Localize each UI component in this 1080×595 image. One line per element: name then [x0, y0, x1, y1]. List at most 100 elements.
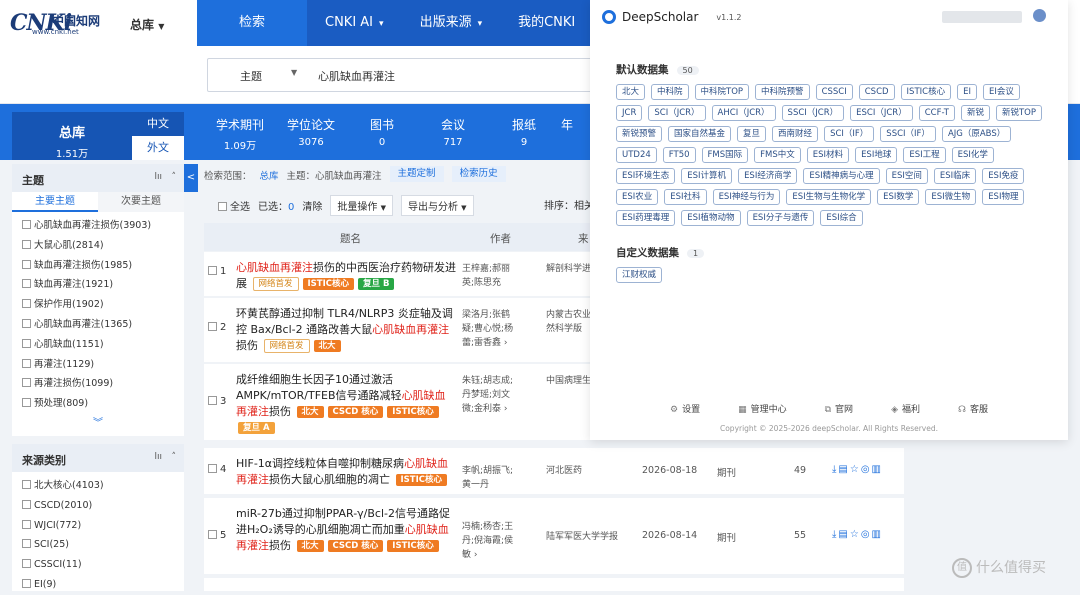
- facet-item[interactable]: 缺血再灌注损伤(1985): [12, 256, 184, 276]
- checkbox[interactable]: [208, 395, 217, 405]
- row-action-icons[interactable]: ⤓▤☆◎▥: [832, 529, 883, 540]
- user-icon[interactable]: [1033, 9, 1046, 22]
- checkbox[interactable]: [22, 539, 31, 549]
- checkbox[interactable]: [22, 338, 31, 348]
- checkbox[interactable]: [22, 499, 31, 509]
- dataset-chip[interactable]: AHCI（JCR）: [711, 105, 776, 121]
- sidebar-collapse-button[interactable]: <: [184, 164, 198, 192]
- dataset-chip[interactable]: SCI（IF）: [824, 126, 875, 142]
- dataset-chip[interactable]: 新锐: [960, 105, 990, 121]
- search-input[interactable]: 心肌缺血再灌注: [318, 68, 395, 84]
- dataset-chip[interactable]: ESI工程: [903, 147, 946, 163]
- facet-header[interactable]: 主题 lıı ˄: [12, 164, 184, 192]
- result-authors[interactable]: 王梓嘉;郝丽英;陈思充: [462, 262, 518, 290]
- checkbox[interactable]: [22, 259, 31, 269]
- dataset-chip[interactable]: 中科院: [651, 84, 689, 100]
- checkbox[interactable]: [208, 529, 217, 539]
- lang-chinese[interactable]: 中文: [132, 112, 184, 136]
- checkbox[interactable]: [208, 265, 217, 275]
- result-title[interactable]: miR-27b通过抑制PPAR-γ/Bcl-2信号通路促进H₂O₂诱导的心肌细胞…: [236, 506, 456, 554]
- dataset-chip[interactable]: 复旦: [737, 126, 767, 142]
- facet-item[interactable]: 大鼠心肌(2814): [12, 236, 184, 256]
- dataset-chip[interactable]: ESI地球: [855, 147, 898, 163]
- dataset-chip[interactable]: EI: [957, 84, 977, 100]
- nav-cnki-ai[interactable]: CNKI AI ▾: [307, 0, 402, 46]
- dataset-chip[interactable]: SSCI（IF）: [880, 126, 936, 142]
- expand-more-icon[interactable]: ︾: [12, 414, 184, 429]
- settings-link[interactable]: ⚙ 设置: [670, 402, 700, 415]
- col-source[interactable]: 来: [578, 231, 589, 246]
- facet-item[interactable]: 再灌注(1129): [12, 355, 184, 375]
- facet-item[interactable]: SCI(25): [12, 535, 184, 555]
- result-authors[interactable]: 梁洛月;张鹤疑;曹心悦;杨蕾;雷香鑫 ›: [462, 308, 518, 350]
- sort-label[interactable]: 排序：相关: [544, 197, 594, 212]
- support-link[interactable]: ☊ 客服: [958, 402, 988, 415]
- dataset-chip[interactable]: UTD24: [616, 147, 657, 163]
- checkbox[interactable]: [22, 279, 31, 289]
- dataset-chip[interactable]: ESI神经与行为: [712, 189, 781, 205]
- db-tab-journal[interactable]: 学术期刊 1.09万: [210, 116, 270, 152]
- dataset-chip[interactable]: 新锐TOP: [995, 105, 1042, 121]
- dataset-chip[interactable]: ESI计算机: [681, 168, 733, 184]
- dataset-chip[interactable]: ESI免疫: [982, 168, 1025, 184]
- dataset-chip[interactable]: ESI分子与遗传: [746, 210, 815, 226]
- chevron-up-icon[interactable]: ˄: [172, 452, 177, 462]
- dataset-chip[interactable]: ESI精神病与心理: [803, 168, 880, 184]
- clear-button[interactable]: 清除: [302, 198, 322, 213]
- dataset-chip[interactable]: ESI生物与生物化学: [786, 189, 872, 205]
- nav-search[interactable]: 检索: [197, 0, 307, 46]
- col-author[interactable]: 作者: [490, 231, 511, 246]
- row-select[interactable]: 5: [208, 529, 226, 541]
- result-authors[interactable]: 冯楠;杨杏;王丹;倪海霞;侯敏 ›: [462, 520, 518, 562]
- facet-item[interactable]: 预处理(809): [12, 394, 184, 414]
- bar-chart-icon[interactable]: lıı: [154, 452, 162, 462]
- result-title[interactable]: HIF-1α调控线粒体自噬抑制糖尿病心肌缺血再灌注损伤大鼠心肌细胞的凋亡 IST…: [236, 456, 456, 488]
- chevron-down-icon[interactable]: ▼: [291, 68, 297, 77]
- dataset-chip[interactable]: SSCI（JCR）: [781, 105, 845, 121]
- lang-foreign[interactable]: 外文: [132, 136, 184, 160]
- export-button[interactable]: 导出与分析 ▼: [400, 195, 474, 216]
- tab-main-topic[interactable]: 主要主题: [12, 192, 98, 212]
- checkbox[interactable]: [22, 480, 31, 489]
- checkbox[interactable]: [22, 318, 31, 328]
- dataset-chip[interactable]: ESI材料: [806, 147, 850, 163]
- dataset-chip[interactable]: AJG（原ABS）: [941, 126, 1012, 142]
- select-all[interactable]: 全选: [218, 198, 250, 213]
- dataset-chip[interactable]: 北大: [616, 84, 646, 100]
- dataset-chip[interactable]: ESI数学: [877, 189, 920, 205]
- dataset-chip[interactable]: ESI农业: [616, 189, 659, 205]
- admin-center-link[interactable]: ▦ 管理中心: [738, 402, 787, 415]
- scope-db[interactable]: 总库: [260, 168, 279, 182]
- checkbox[interactable]: [22, 299, 31, 309]
- dataset-chip[interactable]: ESI经济商学: [738, 168, 798, 184]
- dataset-chip[interactable]: JCR: [616, 105, 643, 121]
- official-site-link[interactable]: ⧉ 官网: [825, 402, 853, 415]
- dataset-chip[interactable]: 江财权威: [616, 267, 663, 283]
- dataset-chip[interactable]: ESI化学: [951, 147, 994, 163]
- dataset-chip[interactable]: ESI物理: [982, 189, 1025, 205]
- dataset-chip[interactable]: 西南财经: [772, 126, 819, 142]
- row-action-icons[interactable]: ⤓▤☆◎▥: [832, 464, 883, 475]
- row-select[interactable]: 3: [208, 395, 226, 407]
- facet-item[interactable]: 北大核心(4103): [12, 476, 184, 496]
- cnki-logo[interactable]: CNKi 中国知网 www.cnki.net: [10, 10, 110, 36]
- checkbox[interactable]: [22, 578, 31, 588]
- row-select[interactable]: 4: [208, 463, 226, 475]
- dataset-chip[interactable]: FMS国际: [701, 147, 749, 163]
- result-authors[interactable]: 李帆;胡振飞;黄一丹: [462, 464, 518, 492]
- checkbox[interactable]: [22, 398, 31, 408]
- checkbox[interactable]: [208, 463, 217, 473]
- search-field-select[interactable]: 主题: [240, 68, 262, 84]
- dataset-chip[interactable]: FT50: [662, 147, 696, 163]
- chevron-up-icon[interactable]: ˄: [172, 172, 177, 182]
- dataset-chip[interactable]: 新锐预警: [616, 126, 663, 142]
- facet-item[interactable]: CSCD(2010): [12, 496, 184, 516]
- dataset-chip[interactable]: CSCD: [858, 84, 895, 100]
- dataset-chip[interactable]: ESI微生物: [925, 189, 977, 205]
- result-authors[interactable]: 朱钰;胡志成;丹梦瑶;刘文微;金利泰 ›: [462, 374, 518, 416]
- result-title[interactable]: 心肌缺血再灌注损伤的中西医治疗药物研发进展 网络首发 ISTIC核心 复旦 B: [236, 260, 456, 292]
- checkbox[interactable]: [22, 358, 31, 368]
- checkbox[interactable]: [208, 321, 217, 331]
- dataset-chip[interactable]: ESI药理毒理: [616, 210, 676, 226]
- checkbox[interactable]: [218, 201, 227, 211]
